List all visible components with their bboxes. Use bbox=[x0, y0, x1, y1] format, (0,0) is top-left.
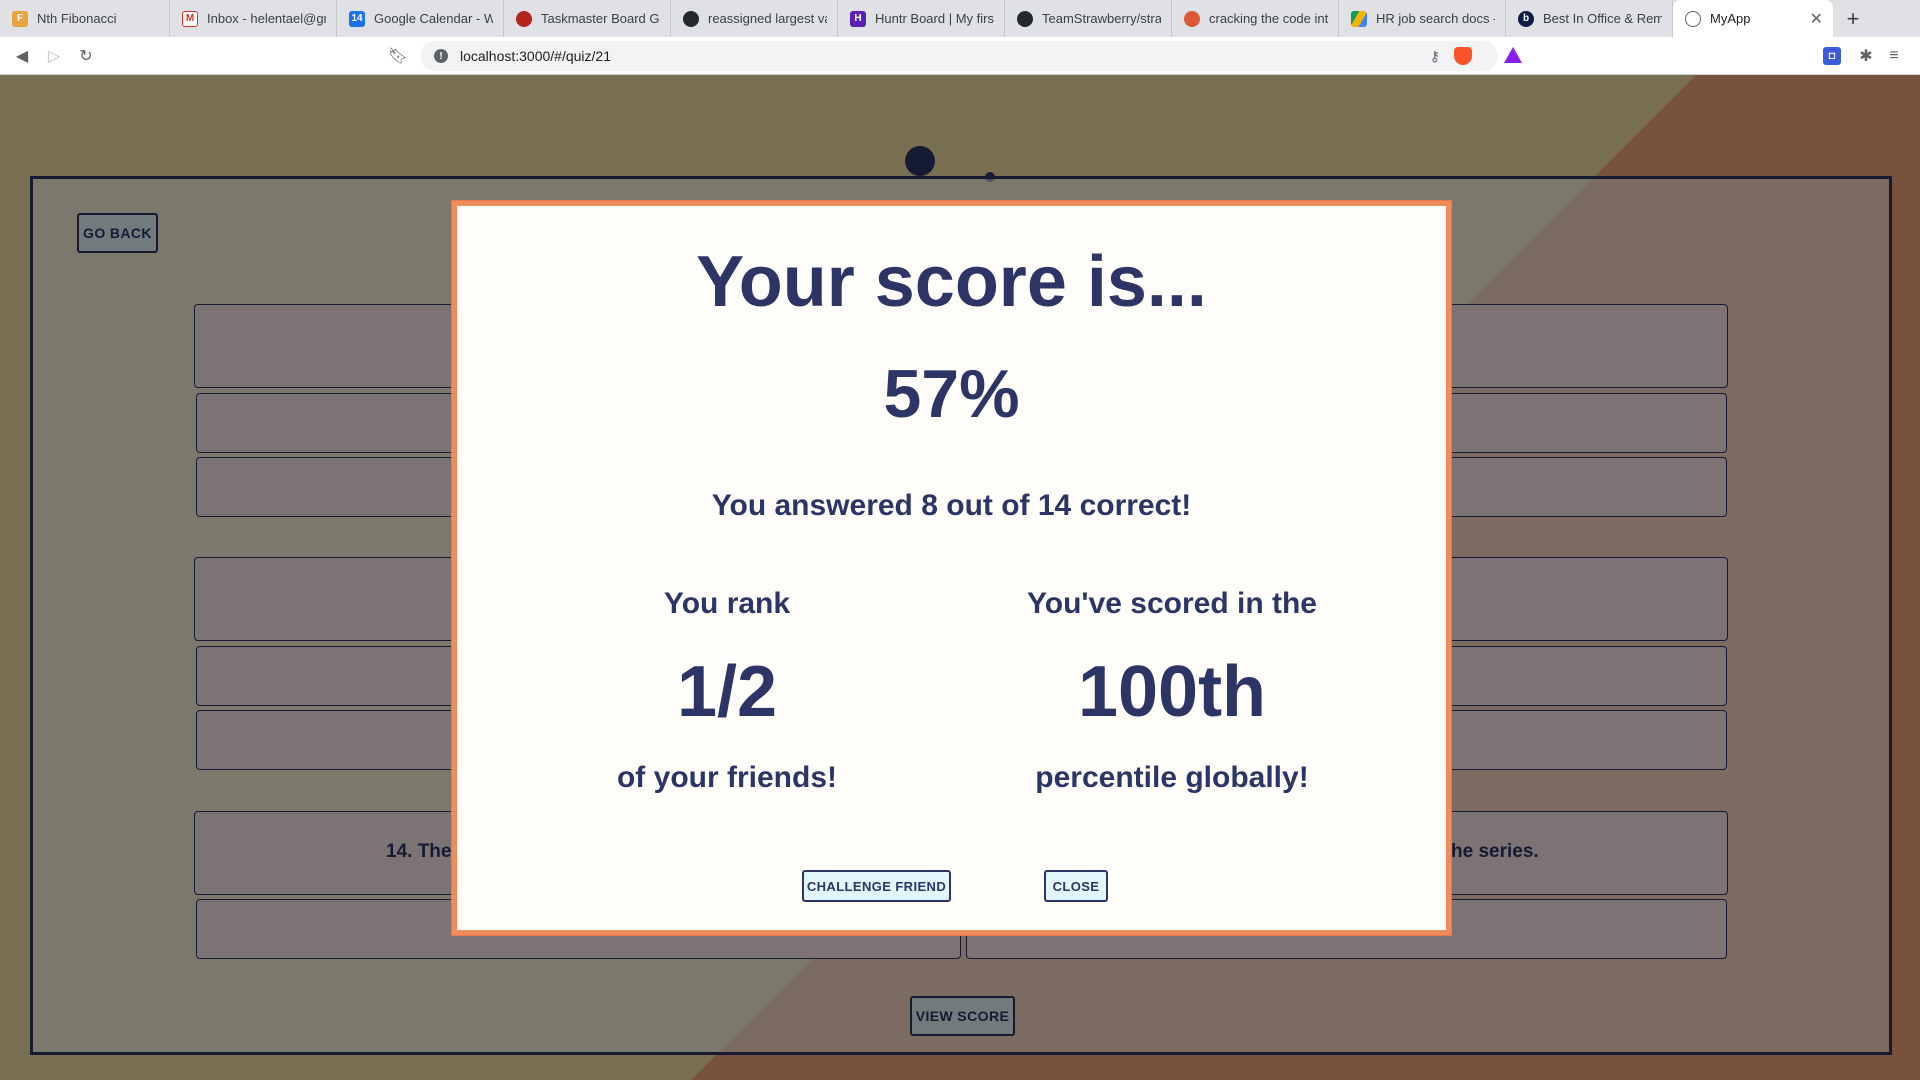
google-drive-icon bbox=[1351, 10, 1367, 27]
fibonacci-favicon-icon: F bbox=[12, 10, 28, 27]
browser-tab[interactable]: 14 Google Calendar - We bbox=[337, 0, 504, 37]
calendar-icon: 14 bbox=[349, 10, 365, 27]
github-icon bbox=[1017, 10, 1033, 27]
browser-tab[interactable]: b Best In Office & Remo bbox=[1506, 0, 1673, 37]
browser-tab[interactable]: TeamStrawberry/straw bbox=[1005, 0, 1172, 37]
reload-icon[interactable]: ↻ bbox=[76, 46, 96, 66]
answered-summary: You answered 8 out of 14 correct! bbox=[711, 489, 1192, 522]
extensions-puzzle-icon[interactable]: ✱ bbox=[1856, 46, 1876, 66]
brave-rewards-icon[interactable] bbox=[1504, 47, 1522, 63]
tab-title: TeamStrawberry/straw bbox=[1042, 11, 1161, 26]
rank-heading: You rank bbox=[663, 587, 791, 620]
modal-title: Your score is... bbox=[696, 242, 1207, 322]
gmail-icon: M bbox=[182, 10, 198, 27]
bookmark-icon[interactable]: 🔖︎ bbox=[388, 46, 408, 66]
close-button[interactable]: CLOSE bbox=[1044, 870, 1108, 902]
challenge-friend-button[interactable]: CHALLENGE FRIEND bbox=[802, 870, 951, 902]
quiz-page: GO BACK 14. The he series. VIEW SCORE Yo… bbox=[0, 75, 1920, 1080]
tab-title: MyApp bbox=[1710, 11, 1751, 26]
url-text: localhost:3000/#/quiz/21 bbox=[460, 48, 611, 64]
browser-tab[interactable]: cracking the code inte bbox=[1172, 0, 1339, 37]
tab-title: Huntr Board | My first bbox=[875, 11, 994, 26]
rank-value: 1/2 bbox=[676, 652, 778, 732]
tab-title: Google Calendar - We bbox=[374, 11, 493, 26]
friend-rank-section: You rank 1/2 of your friends! bbox=[577, 586, 877, 796]
tab-title: Taskmaster Board Gam bbox=[541, 11, 660, 26]
taskmaster-icon bbox=[516, 10, 532, 27]
brave-shield-icon[interactable] bbox=[1454, 47, 1472, 65]
key-icon[interactable]: ⚷ bbox=[1430, 48, 1440, 65]
site-info-icon[interactable]: ! bbox=[434, 49, 448, 63]
browser-tab[interactable]: Taskmaster Board Gam bbox=[504, 0, 671, 37]
duckduckgo-icon bbox=[1184, 10, 1200, 27]
new-tab-icon[interactable]: + bbox=[1833, 0, 1873, 37]
tab-title: HR job search docs - G bbox=[1376, 11, 1495, 26]
browser-tab[interactable]: HR job search docs - G bbox=[1339, 0, 1506, 37]
back-icon[interactable]: ◀ bbox=[12, 46, 32, 66]
browser-tab-active[interactable]: MyApp ✕ bbox=[1673, 0, 1833, 37]
browser-tab[interactable]: M Inbox - helentael@gma bbox=[170, 0, 337, 37]
globe-icon bbox=[1685, 10, 1701, 27]
browser-tab[interactable]: H Huntr Board | My first bbox=[838, 0, 1005, 37]
browser-tab[interactable]: reassigned largest valu bbox=[671, 0, 838, 37]
menu-icon[interactable]: ≡ bbox=[1884, 46, 1904, 66]
rank-footer: of your friends! bbox=[616, 761, 837, 794]
forward-icon[interactable]: ▷ bbox=[44, 46, 64, 66]
browser-tab-bar: F Nth Fibonacci M Inbox - helentael@gma … bbox=[0, 0, 1920, 37]
huntr-icon: H bbox=[850, 10, 866, 27]
score-percentage: 57% bbox=[883, 356, 1020, 432]
close-tab-icon[interactable]: ✕ bbox=[1800, 9, 1823, 29]
address-bar[interactable]: ! localhost:3000/#/quiz/21 ⚷ bbox=[420, 41, 1522, 71]
percentile-footer: percentile globally! bbox=[1035, 761, 1309, 794]
tab-title: Inbox - helentael@gma bbox=[207, 11, 326, 26]
tab-title: reassigned largest valu bbox=[708, 11, 827, 26]
score-modal: Your score is... 57% You answered 8 out … bbox=[452, 201, 1451, 935]
github-icon bbox=[683, 10, 699, 27]
browser-tab[interactable]: F Nth Fibonacci bbox=[0, 0, 170, 37]
builtin-icon: b bbox=[1518, 10, 1534, 27]
bitwarden-extension-icon[interactable]: ◘ bbox=[1823, 47, 1841, 65]
tab-title: cracking the code inte bbox=[1209, 11, 1328, 26]
percentile-section: You've scored in the 100th percentile gl… bbox=[1012, 586, 1332, 796]
tab-title: Nth Fibonacci bbox=[37, 11, 117, 26]
tab-title: Best In Office & Remo bbox=[1543, 11, 1662, 26]
percentile-heading: You've scored in the bbox=[1027, 587, 1317, 620]
browser-toolbar: ◀ ▷ ↻ 🔖︎ ! localhost:3000/#/quiz/21 ⚷ ◘ … bbox=[0, 37, 1920, 75]
percentile-value: 100th bbox=[1077, 652, 1267, 732]
